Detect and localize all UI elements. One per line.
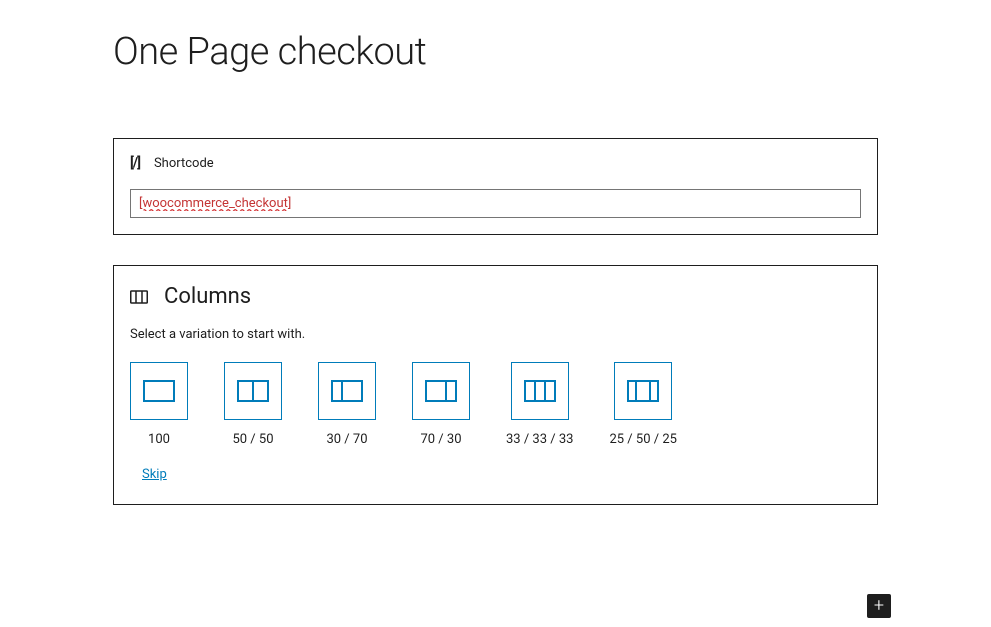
variation-30-70[interactable]: 30 / 70 bbox=[318, 362, 376, 447]
variation-30-70-label: 30 / 70 bbox=[326, 432, 367, 447]
plus-icon: + bbox=[874, 597, 884, 615]
variation-70-30[interactable]: 70 / 30 bbox=[412, 362, 470, 447]
variation-33-33-33-preview bbox=[511, 362, 569, 420]
columns-block-description: Select a variation to start with. bbox=[130, 327, 861, 342]
add-block-button[interactable]: + bbox=[867, 594, 891, 618]
variation-30-70-preview bbox=[318, 362, 376, 420]
shortcode-label: Shortcode bbox=[154, 156, 214, 171]
columns-block-header: Columns bbox=[130, 284, 861, 309]
page-title: One Page checkout bbox=[113, 30, 991, 74]
variation-50-50-preview bbox=[224, 362, 282, 420]
variation-100-preview bbox=[130, 362, 188, 420]
columns-block: Columns Select a variation to start with… bbox=[113, 265, 878, 505]
block-header: [/] Shortcode bbox=[130, 155, 861, 171]
skip-link[interactable]: Skip bbox=[142, 467, 167, 482]
variation-25-50-25-preview bbox=[614, 362, 672, 420]
variation-33-33-33[interactable]: 33 / 33 / 33 bbox=[506, 362, 573, 447]
shortcode-input[interactable] bbox=[130, 189, 861, 218]
variation-33-33-33-label: 33 / 33 / 33 bbox=[506, 432, 573, 447]
variation-50-50[interactable]: 50 / 50 bbox=[224, 362, 282, 447]
variations-row: 100 50 / 50 30 / 70 bbox=[130, 362, 861, 447]
columns-icon bbox=[130, 290, 148, 304]
variation-50-50-label: 50 / 50 bbox=[232, 432, 273, 447]
variation-70-30-preview bbox=[412, 362, 470, 420]
variation-70-30-label: 70 / 30 bbox=[420, 432, 461, 447]
variation-100-label: 100 bbox=[148, 432, 170, 447]
shortcode-block: [/] Shortcode bbox=[113, 138, 878, 235]
columns-block-title: Columns bbox=[164, 284, 251, 309]
variation-25-50-25-label: 25 / 50 / 25 bbox=[609, 432, 676, 447]
shortcode-icon: [/] bbox=[130, 155, 140, 171]
variation-25-50-25[interactable]: 25 / 50 / 25 bbox=[609, 362, 676, 447]
variation-100[interactable]: 100 bbox=[130, 362, 188, 447]
